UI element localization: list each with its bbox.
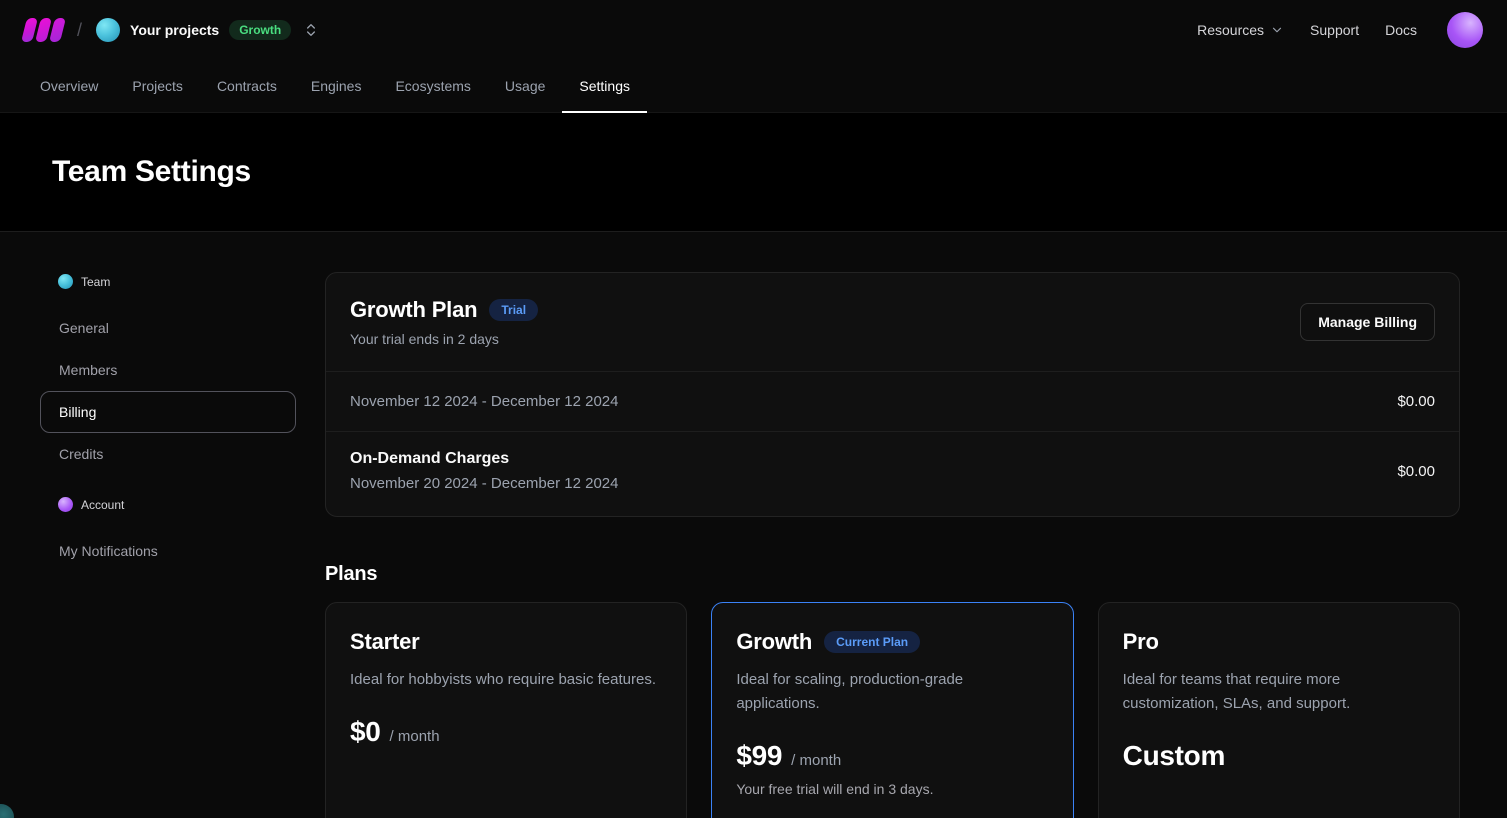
chevrons-up-down-icon[interactable] [303,22,319,38]
resources-label: Resources [1197,22,1264,38]
starter-description: Ideal for hobbyists who require basic fe… [350,668,662,692]
on-demand-period: November 20 2024 - December 12 2024 [350,475,619,492]
team-plan-badge: Growth [229,20,291,40]
plan-card-pro: Pro Ideal for teams that require more cu… [1098,602,1460,818]
account-dot-avatar [58,497,73,512]
growth-description: Ideal for scaling, production-grade appl… [736,668,1048,716]
tab-usage[interactable]: Usage [488,60,562,113]
billing-amount: $0.00 [1397,393,1435,410]
main-nav-tabs: Overview Projects Contracts Engines Ecos… [0,60,1507,113]
settings-sidebar: Team General Members Billing Credits Acc… [0,232,296,818]
sidebar-item-my-notifications[interactable]: My Notifications [40,530,296,572]
sidebar-section-team: Team [40,274,296,289]
thirdweb-logo-icon[interactable] [24,17,63,43]
account-section-label: Account [81,498,124,512]
trial-ends-text: Your trial ends in 2 days [350,331,538,347]
plan-card-growth: Growth Current Plan Ideal for scaling, p… [711,602,1073,818]
sidebar-item-general[interactable]: General [40,307,296,349]
plan-title: Growth Plan [350,297,477,323]
starter-title: Starter [350,629,420,655]
tab-overview[interactable]: Overview [23,60,115,113]
plan-grid: Starter Ideal for hobbyists who require … [325,602,1460,818]
user-avatar[interactable] [1447,12,1483,48]
pro-title: Pro [1123,629,1159,655]
breadcrumb-separator: / [77,20,82,41]
on-demand-title: On-Demand Charges [350,450,619,468]
starter-price: $0 [350,716,381,748]
billing-period: November 12 2024 - December 12 2024 [350,393,619,410]
plan-card-starter: Starter Ideal for hobbyists who require … [325,602,687,818]
tab-ecosystems[interactable]: Ecosystems [378,60,487,113]
billing-period-row: November 12 2024 - December 12 2024 $0.0… [326,371,1459,431]
chevron-down-icon [1270,23,1284,37]
growth-price: $99 [736,740,782,772]
page-title-band: Team Settings [0,113,1507,232]
current-plan-badge: Current Plan [824,631,920,653]
support-link[interactable]: Support [1310,22,1359,38]
team-section-label: Team [81,275,110,289]
manage-billing-button[interactable]: Manage Billing [1300,303,1435,341]
team-name: Your projects [130,22,219,38]
team-avatar [96,18,120,42]
billing-main: Growth Plan Trial Your trial ends in 2 d… [296,232,1507,818]
tab-settings[interactable]: Settings [562,60,647,113]
on-demand-amount: $0.00 [1397,463,1435,480]
resources-menu[interactable]: Resources [1197,22,1284,38]
growth-trial-note: Your free trial will end in 3 days. [736,781,1048,797]
tab-engines[interactable]: Engines [294,60,379,113]
tab-contracts[interactable]: Contracts [200,60,294,113]
current-plan-card: Growth Plan Trial Your trial ends in 2 d… [325,272,1460,517]
pro-price: Custom [1123,740,1225,772]
team-switcher[interactable]: Your projects Growth [96,18,319,42]
trial-badge: Trial [489,299,538,321]
on-demand-charges-row: On-Demand Charges November 20 2024 - Dec… [326,431,1459,516]
top-header: / Your projects Growth Resources Support… [0,0,1507,60]
docs-link[interactable]: Docs [1385,22,1417,38]
page-title: Team Settings [52,155,251,189]
growth-title: Growth [736,629,812,655]
plans-heading: Plans [325,563,1460,586]
sidebar-item-billing[interactable]: Billing [40,391,296,433]
tab-projects[interactable]: Projects [115,60,200,113]
sidebar-item-credits[interactable]: Credits [40,433,296,475]
sidebar-section-account: Account [40,497,296,512]
growth-price-period: / month [791,752,841,769]
pro-description: Ideal for teams that require more custom… [1123,668,1435,716]
logo-bar [49,18,66,42]
team-dot-avatar [58,274,73,289]
starter-price-period: / month [390,728,440,745]
sidebar-item-members[interactable]: Members [40,349,296,391]
